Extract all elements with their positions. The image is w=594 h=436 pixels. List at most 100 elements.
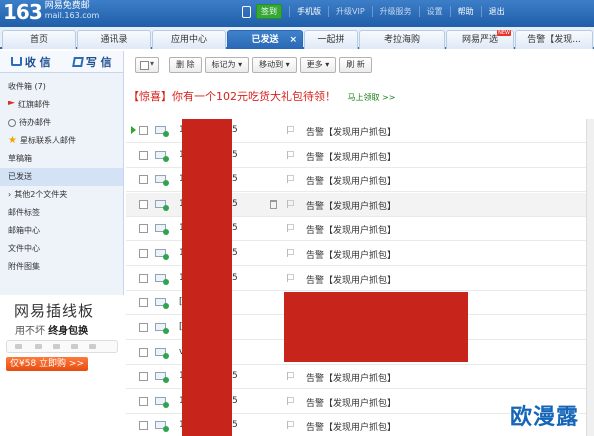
ad-buy-button[interactable]: 仅¥58 立即购 >> — [6, 357, 88, 371]
folder-mail-center[interactable]: 邮箱中心 — [0, 222, 123, 240]
tab-kaola[interactable]: 考拉海购 — [359, 30, 445, 49]
ad-title: 网易插线板 — [14, 302, 95, 320]
row-checkbox[interactable] — [139, 348, 148, 357]
redaction-block — [284, 292, 468, 362]
folder-other[interactable]: › 其他2个文件夹 — [0, 186, 123, 204]
mail-read-icon — [155, 126, 169, 137]
tab-app-center[interactable]: 应用中心 — [152, 30, 226, 49]
tab-yiqipin[interactable]: 一起拼 — [304, 30, 358, 49]
subject: 告警【发现用户抓包】 — [306, 251, 397, 261]
row-checkbox[interactable] — [139, 274, 148, 283]
logout-link[interactable]: 退出 — [489, 6, 505, 17]
more-button[interactable]: 更多 ▾ — [299, 57, 337, 73]
flag-icon[interactable] — [287, 151, 294, 159]
folder-file-center[interactable]: 文件中心 — [0, 240, 123, 258]
flag-icon[interactable] — [287, 126, 294, 134]
row-checkbox[interactable] — [139, 224, 148, 233]
compose-button[interactable]: 写 信 — [62, 54, 124, 70]
mail-read-icon — [155, 298, 169, 309]
mark-as-button[interactable]: 标记为 ▾ — [204, 57, 250, 73]
folder-drafts[interactable]: 草稿箱 — [0, 150, 123, 168]
vip-link[interactable]: 升级VIP — [336, 6, 365, 17]
flag-icon[interactable] — [287, 372, 294, 380]
tab-home[interactable]: 首页 — [2, 30, 76, 49]
tab-sent[interactable]: 已发送 × — [227, 30, 303, 49]
folder-todo[interactable]: 待办邮件 — [0, 114, 123, 132]
logo-title: 网易免费邮 — [44, 1, 90, 11]
row-checkbox[interactable] — [139, 298, 148, 307]
row-checkbox[interactable] — [139, 126, 148, 135]
signin-button[interactable]: 签到 — [256, 4, 282, 19]
mail-read-icon — [155, 224, 169, 235]
flag-icon[interactable] — [287, 224, 294, 232]
ad-banner[interactable]: 网易插线板 用不坏 终身包换 仅¥58 立即购 >> — [0, 295, 124, 436]
row-checkbox[interactable] — [139, 372, 148, 381]
mail-toolbar: 删 除 标记为 ▾ 移动到 ▾ 更多 ▾ 刷 新 — [125, 54, 594, 76]
refresh-button[interactable]: 刷 新 — [339, 57, 372, 73]
row-checkbox[interactable] — [139, 397, 148, 406]
row-checkbox[interactable] — [139, 175, 148, 184]
settings-link[interactable]: 设置 — [427, 6, 443, 17]
row-checkbox[interactable] — [139, 200, 148, 209]
flag-icon[interactable] — [287, 274, 294, 282]
sender-tail: 5 — [232, 273, 238, 283]
close-icon[interactable]: × — [289, 31, 297, 50]
star-icon: ★ — [8, 135, 17, 146]
promo-link[interactable]: 马上领取 >> — [348, 93, 396, 102]
current-arrow-icon — [131, 126, 136, 134]
clock-icon — [8, 119, 16, 127]
mobile-link[interactable]: 手机版 — [297, 6, 321, 17]
mail-read-icon — [155, 200, 169, 211]
subject: 告警【发现用户抓包】 — [306, 423, 397, 433]
bell-icon[interactable] — [242, 5, 251, 18]
list-scrollbar[interactable] — [586, 119, 594, 436]
tab-alert-mail[interactable]: 告警【发现... — [515, 30, 593, 49]
folder-attachments[interactable]: 附件图集 — [0, 258, 123, 276]
subject: 告警【发现用户抓包】 — [306, 202, 397, 212]
mail-read-icon — [155, 397, 169, 408]
help-link[interactable]: 帮助 — [458, 6, 474, 17]
subject: 告警【发现用户抓包】 — [306, 128, 397, 138]
folder-star-contacts[interactable]: ★ 星标联系人邮件 — [0, 132, 123, 150]
ad-subtitle: 用不坏 终身包换 — [15, 326, 89, 337]
row-checkbox[interactable] — [139, 421, 148, 430]
mail-logo[interactable]: 163 网易免费邮 mail.163.com — [3, 1, 99, 23]
sender-tail: 5 — [232, 223, 238, 233]
flag-icon[interactable] — [287, 249, 294, 257]
select-all-checkbox[interactable] — [135, 57, 159, 73]
folder-tags[interactable]: 邮件标签 — [0, 204, 123, 222]
delete-button[interactable]: 删 除 — [169, 57, 202, 73]
flag-icon[interactable] — [287, 421, 294, 429]
mail-read-icon — [155, 249, 169, 260]
sender-tail: 5 — [232, 150, 238, 160]
tab-bar: 首页 通讯录 应用中心 已发送 × 一起拼 考拉海购 网易严选 NEW 告警【发… — [0, 27, 594, 49]
receive-button[interactable]: 收 信 — [0, 54, 62, 70]
subject: 告警【发现用户抓包】 — [306, 226, 397, 236]
sender-tail: 5 — [232, 248, 238, 258]
flag-icon[interactable] — [287, 200, 294, 208]
folder-inbox[interactable]: 收件箱 (7) — [0, 78, 123, 96]
power-strip-image — [6, 340, 118, 353]
promo-text: 【惊喜】你有一个102元吃货大礼包待领！ — [128, 90, 336, 103]
row-checkbox[interactable] — [139, 151, 148, 160]
red-flag-icon — [8, 100, 15, 105]
logo-number: 163 — [3, 0, 43, 24]
trash-icon[interactable] — [270, 200, 277, 209]
move-to-button[interactable]: 移动到 ▾ — [252, 57, 297, 73]
sender-tail: 5 — [232, 420, 238, 430]
row-checkbox[interactable] — [139, 323, 148, 332]
flag-icon[interactable] — [287, 397, 294, 405]
subject: 告警【发现用户抓包】 — [306, 153, 397, 163]
subject: 告警【发现用户抓包】 — [306, 374, 397, 384]
upgrade-service-link[interactable]: 升级服务 — [380, 6, 412, 17]
mail-read-icon — [155, 348, 169, 359]
folder-sent[interactable]: 已发送 — [0, 168, 123, 186]
top-bar: 163 网易免费邮 mail.163.com 签到 手机版 升级VIP 升级服务… — [0, 0, 594, 27]
folder-red-flag[interactable]: 红旗邮件 — [0, 96, 123, 114]
mail-read-icon — [155, 323, 169, 334]
promo-banner[interactable]: 【惊喜】你有一个102元吃货大礼包待领！ 马上领取 >> — [128, 88, 395, 104]
tab-yanxuan[interactable]: 网易严选 NEW — [446, 30, 514, 49]
flag-icon[interactable] — [287, 175, 294, 183]
row-checkbox[interactable] — [139, 249, 148, 258]
tab-contacts[interactable]: 通讯录 — [77, 30, 151, 49]
